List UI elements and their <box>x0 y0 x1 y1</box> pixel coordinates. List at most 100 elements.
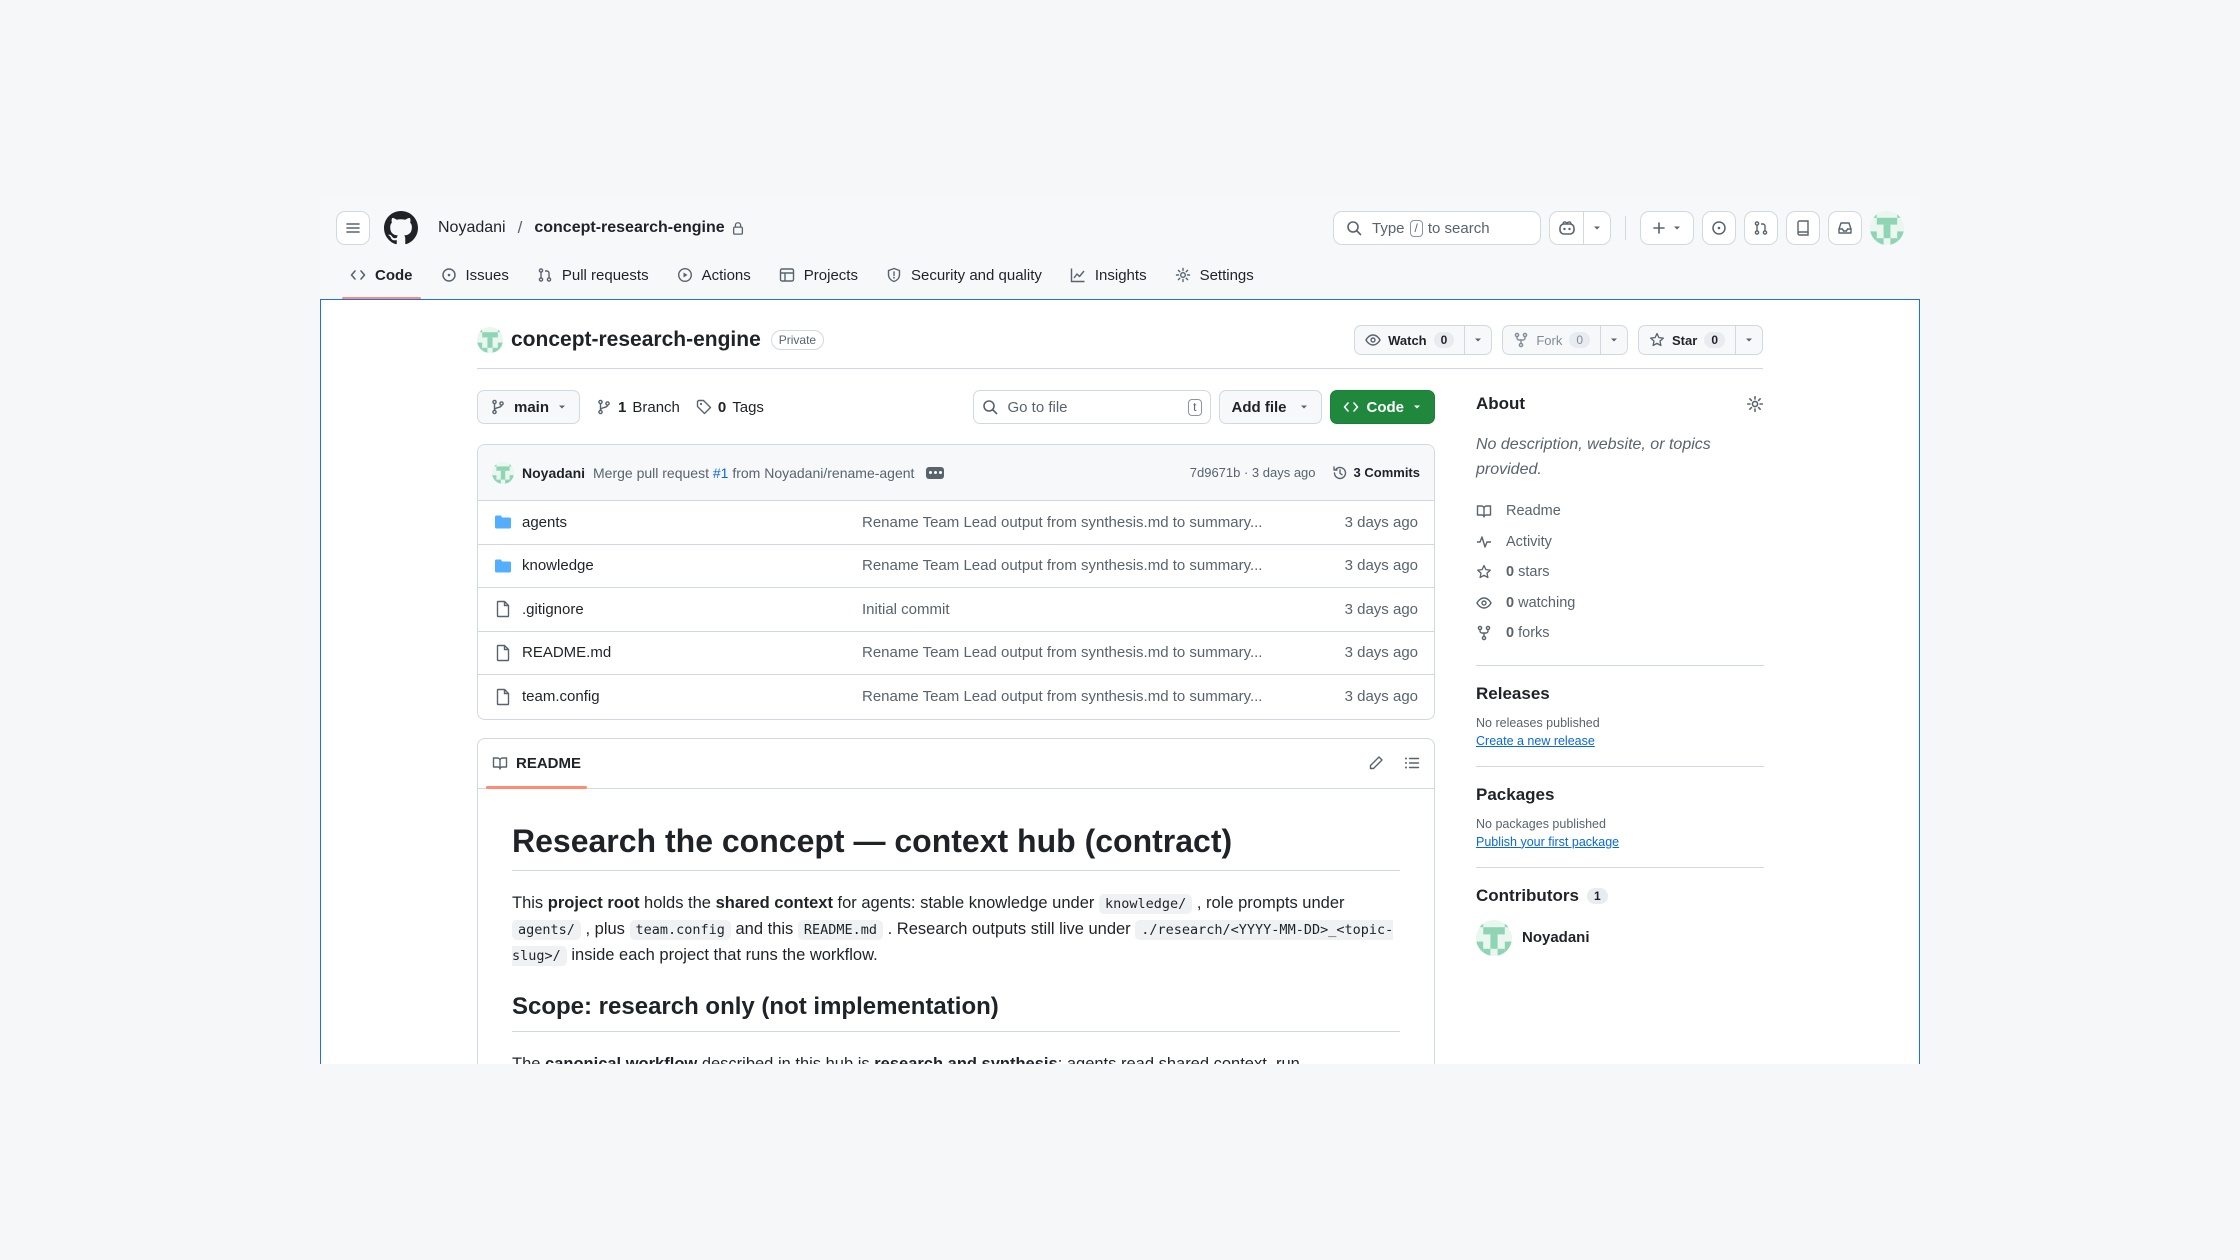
branch-selector[interactable]: main <box>477 390 581 424</box>
repo-title-bar: concept-research-engine Private Watch 0 <box>477 318 1763 362</box>
add-file-label: Add file <box>1231 398 1287 416</box>
search-prefix: Type <box>1372 219 1405 237</box>
tags-link[interactable]: 0 Tags <box>696 399 764 416</box>
file-name[interactable]: agents <box>522 514 862 531</box>
contributors-title[interactable]: Contributors <box>1476 886 1579 906</box>
file-name[interactable]: knowledge <box>522 557 862 574</box>
file-row[interactable]: knowledge Rename Team Lead output from s… <box>478 545 1434 588</box>
tags-label: Tags <box>732 398 764 416</box>
tab-issues[interactable]: Issues <box>427 256 523 294</box>
tab-insights[interactable]: Insights <box>1056 256 1161 294</box>
repositories-button[interactable] <box>1786 211 1820 245</box>
tab-settings[interactable]: Settings <box>1161 256 1268 294</box>
pencil-icon[interactable] <box>1368 755 1384 771</box>
file-commit-message[interactable]: Rename Team Lead output from synthesis.m… <box>862 514 1302 531</box>
go-to-file-input[interactable]: Go to file t <box>972 390 1211 424</box>
global-search-input[interactable]: Type / to search <box>1333 211 1541 245</box>
copilot-split-button[interactable] <box>1549 211 1611 245</box>
file-commit-message[interactable]: Initial commit <box>862 601 1302 618</box>
star-button[interactable]: Star 0 <box>1639 326 1736 354</box>
tab-security[interactable]: Security and quality <box>872 256 1056 294</box>
tab-label: Insights <box>1094 266 1147 284</box>
divider <box>1476 664 1764 666</box>
plus-icon <box>1653 222 1665 234</box>
tab-actions[interactable]: Actions <box>663 256 765 294</box>
pull-requests-button[interactable] <box>1744 211 1778 245</box>
commits-history-link[interactable]: 3 Commits <box>1332 465 1420 481</box>
file-row[interactable]: team.config Rename Team Lead output from… <box>478 675 1434 719</box>
commit-message[interactable]: Merge pull request #1 from Noyadani/rena… <box>593 465 914 481</box>
star-dropdown[interactable] <box>1736 326 1762 354</box>
file-commit-message[interactable]: Rename Team Lead output from synthesis.m… <box>862 644 1302 661</box>
file-row[interactable]: README.md Rename Team Lead output from s… <box>478 632 1434 675</box>
readme-paragraph: This project root holds the shared conte… <box>512 893 1394 966</box>
github-logo-icon[interactable] <box>384 211 418 245</box>
gear-icon[interactable] <box>1746 395 1764 413</box>
packages-heading[interactable]: Packages <box>1476 785 1764 805</box>
watch-dropdown[interactable] <box>1465 326 1491 354</box>
pulse-icon <box>1477 536 1491 548</box>
branches-count: 1 <box>618 398 627 416</box>
copilot-dropdown[interactable] <box>1584 212 1610 244</box>
tab-pull-requests[interactable]: Pull requests <box>523 256 663 294</box>
file-commit-message[interactable]: Rename Team Lead output from synthesis.m… <box>862 557 1302 574</box>
watching-count: 0 <box>1506 594 1515 611</box>
inbox-button[interactable] <box>1828 211 1862 245</box>
copilot-icon <box>1558 221 1575 235</box>
star-label: Star <box>1672 332 1698 348</box>
owner-avatar[interactable] <box>477 327 503 353</box>
inline-code: agents/ <box>512 919 581 940</box>
readme-tab[interactable]: README <box>485 739 588 789</box>
publish-package-link[interactable]: Publish your first package <box>1476 835 1619 849</box>
file-row[interactable]: .gitignore Initial commit 3 days ago <box>478 588 1434 632</box>
repo-title[interactable]: concept-research-engine <box>511 328 761 352</box>
issues-button[interactable] <box>1702 211 1736 245</box>
file-date: 3 days ago <box>1344 688 1418 706</box>
readme-link[interactable]: Readme <box>1476 496 1764 527</box>
about-heading: About <box>1476 390 1764 418</box>
tab-projects[interactable]: Projects <box>765 256 872 294</box>
create-release-link[interactable]: Create a new release <box>1476 734 1595 748</box>
file-commit-message[interactable]: Rename Team Lead output from synthesis.m… <box>862 688 1302 705</box>
file-name[interactable]: team.config <box>522 688 862 705</box>
readme-heading: Research the concept — context hub (cont… <box>512 823 1400 871</box>
watching-link[interactable]: 0 watching <box>1476 588 1764 619</box>
file-date: 3 days ago <box>1344 644 1418 662</box>
breadcrumb-separator: / <box>517 218 523 237</box>
about-title: About <box>1476 394 1526 413</box>
file-name[interactable]: .gitignore <box>522 601 862 618</box>
create-new-button[interactable] <box>1640 211 1694 245</box>
breadcrumb-owner[interactable]: Noyadani <box>438 219 506 237</box>
caret-down-icon <box>1594 226 1600 230</box>
branches-link[interactable]: 1 Branch <box>596 399 680 416</box>
watch-button[interactable]: Watch 0 <box>1355 326 1466 354</box>
file-browser: Noyadani Merge pull request #1 from Noya… <box>477 444 1435 720</box>
stars-link[interactable]: 0 stars <box>1476 557 1764 588</box>
commit-author-avatar[interactable] <box>492 461 514 484</box>
commit-author[interactable]: Noyadani <box>522 465 585 481</box>
fork-button[interactable]: Fork 0 <box>1503 326 1602 354</box>
releases-heading[interactable]: Releases <box>1476 684 1764 704</box>
menu-button[interactable] <box>336 211 370 245</box>
contributor-item[interactable]: Noyadani <box>1476 919 1764 956</box>
commit-sha-time[interactable]: 7d9671b · 3 days ago <box>1190 465 1316 480</box>
contributor-name[interactable]: Noyadani <box>1522 929 1590 946</box>
sidebar-item-label: watching <box>1518 594 1576 611</box>
forks-link[interactable]: 0 forks <box>1476 618 1764 649</box>
activity-link[interactable]: Activity <box>1476 527 1764 558</box>
add-file-button[interactable]: Add file <box>1218 390 1322 424</box>
list-outline-icon[interactable] <box>1404 755 1420 771</box>
breadcrumb-repo[interactable]: concept-research-engine <box>534 219 724 237</box>
file-name[interactable]: README.md <box>522 644 862 661</box>
tab-code[interactable]: Code <box>336 256 427 300</box>
file-row[interactable]: agents Rename Team Lead output from synt… <box>478 501 1434 545</box>
copilot-button[interactable] <box>1550 212 1584 244</box>
avatar[interactable] <box>1476 919 1512 956</box>
code-button[interactable]: Code <box>1329 390 1435 424</box>
commit-pr-link[interactable]: #1 <box>713 465 729 481</box>
user-avatar[interactable] <box>1870 211 1904 245</box>
sidebar-item-label: stars <box>1518 564 1550 581</box>
fork-dropdown[interactable] <box>1601 326 1627 354</box>
header-divider <box>1625 216 1626 240</box>
expand-commit-message-button[interactable] <box>926 466 945 479</box>
